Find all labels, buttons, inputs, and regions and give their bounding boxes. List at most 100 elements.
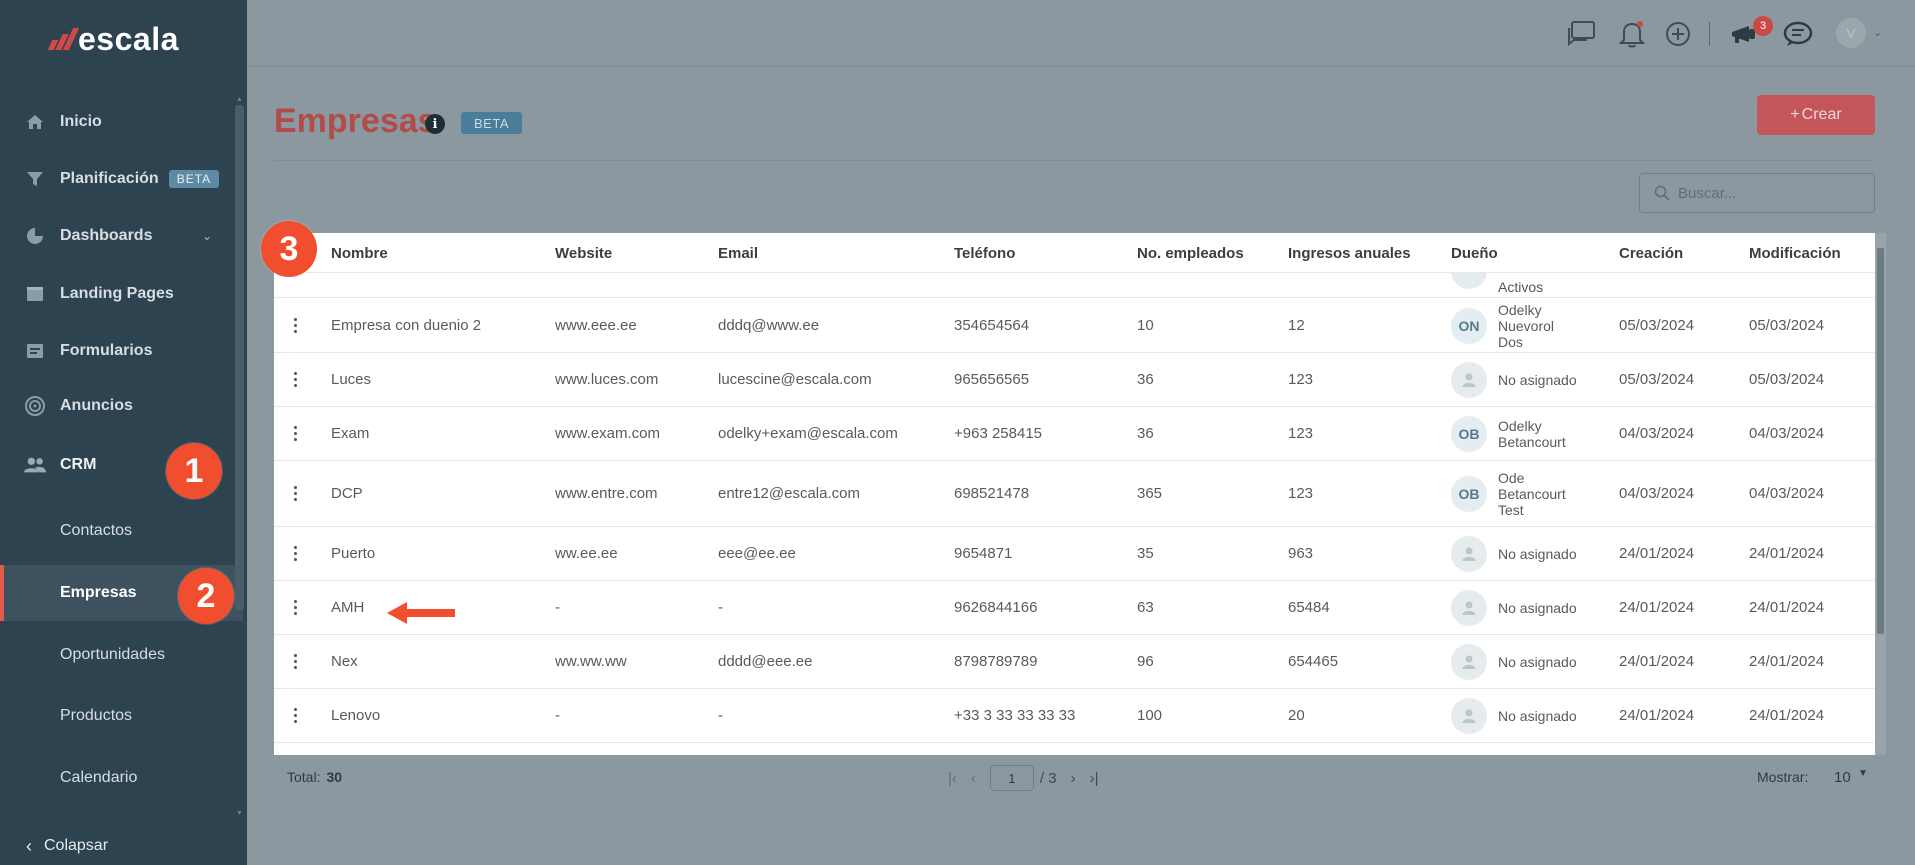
search-box[interactable] <box>1639 173 1875 213</box>
cell-modified: 24/01/2024 <box>1749 545 1825 562</box>
sidebar-item-label: Inicio <box>60 113 102 130</box>
user-avatar[interactable]: V <box>1836 18 1866 48</box>
table-row[interactable]: Nex ww.ww.ww dddd@eee.ee 8798789789 96 654465… <box>274 635 1875 689</box>
table-row[interactable]: Luces www.luces.com lucescine@escala.com 96… <box>274 353 1875 407</box>
red-arrow-annotation <box>387 602 455 624</box>
sidebar-scrollbar[interactable] <box>235 105 244 610</box>
row-menu-icon[interactable] <box>294 461 298 526</box>
show-label: Mostrar: <box>1757 769 1809 785</box>
column-header-nombre[interactable]: Nombre <box>331 233 388 273</box>
cell-revenue: 123 <box>1288 371 1314 388</box>
search-input[interactable] <box>1678 184 1858 202</box>
next-page-icon[interactable]: › <box>1071 770 1076 787</box>
cell-owner: ON Odelky Nuevorol Dos <box>1451 299 1578 352</box>
cell-phone: 698521478 <box>954 485 1030 502</box>
owner-name: Odelky Betancourt <box>1498 417 1566 450</box>
person-placeholder-icon <box>1451 589 1487 626</box>
column-header-creacion[interactable]: Creación <box>1619 233 1683 273</box>
cell-name[interactable]: Luces <box>331 353 371 406</box>
sidebar-subitem-oportunidades[interactable]: Oportunidades <box>0 627 243 683</box>
sidebar-item-landing-pages[interactable]: Landing Pages <box>0 270 247 318</box>
prev-page-icon[interactable]: ‹ <box>971 770 976 787</box>
column-header-website[interactable]: Website <box>555 233 612 273</box>
cell-name[interactable]: AMH <box>331 581 364 634</box>
cell-name[interactable]: Nex <box>331 635 358 688</box>
cell-email: lucescine@escala.com <box>718 371 872 388</box>
sidebar-item-label: Landing Pages <box>60 285 174 302</box>
cell-revenue: 20 <box>1288 707 1305 724</box>
add-circle-icon[interactable] <box>1662 18 1694 50</box>
row-menu-icon[interactable] <box>294 581 298 634</box>
row-menu-icon[interactable] <box>294 407 298 460</box>
row-menu-icon[interactable] <box>294 689 298 742</box>
row-menu-icon[interactable] <box>294 353 298 406</box>
cell-modified: 04/03/2024 <box>1749 425 1825 442</box>
scroll-up-arrow-icon[interactable]: ▲ <box>236 96 243 103</box>
create-button[interactable]: + Crear <box>1757 95 1875 135</box>
sidebar-item-planificacion[interactable]: Planificación BETA <box>0 155 247 203</box>
sidebar-item-anuncios[interactable]: Anuncios <box>0 382 247 430</box>
cell-name[interactable]: Lenovo <box>331 689 380 742</box>
table-row[interactable]: Lenovo - - +33 3 33 33 33 33 100 20 24/01/2024… <box>274 689 1875 743</box>
chevron-down-icon[interactable]: ⌄ <box>1873 26 1882 39</box>
cell-email: dddq@www.ee <box>718 317 820 334</box>
cell-website: www.luces.com <box>555 371 659 388</box>
create-label: Crear <box>1801 106 1842 123</box>
page-number-input[interactable] <box>989 765 1034 791</box>
info-icon[interactable]: i <box>425 114 445 134</box>
cell-website: www.exam.com <box>555 425 661 442</box>
sidebar-item-dashboards[interactable]: Dashboards ⌄ <box>0 212 247 260</box>
bell-icon[interactable] <box>1616 18 1648 50</box>
table-row-partial: Activos <box>274 273 1875 298</box>
escala-logo[interactable]: escala <box>47 21 179 57</box>
total-count: Total: 30 <box>287 769 342 785</box>
row-menu-icon[interactable] <box>294 635 298 688</box>
sidebar-item-formularios[interactable]: Formularios <box>0 327 247 375</box>
owner-name: Activos <box>1498 279 1544 295</box>
owner-avatar: OB <box>1451 415 1487 452</box>
owner-avatar: ON <box>1451 307 1487 344</box>
first-page-icon[interactable]: |‹ <box>948 770 957 787</box>
table-row[interactable]: Exam www.exam.com odelky+exam@escala.com +9… <box>274 407 1875 461</box>
collapse-button[interactable]: ‹ Colapsar <box>0 827 247 865</box>
cell-name[interactable]: Exam <box>331 407 369 460</box>
table-row[interactable]: AMH - - 9626844166 63 65484 24/01/2024 24/01/20… <box>274 581 1875 635</box>
cell-name[interactable]: Puerto <box>331 527 375 580</box>
cell-email: odelky+exam@escala.com <box>718 425 898 442</box>
cell-name[interactable]: DCP <box>331 461 363 526</box>
column-header-telefono[interactable]: Teléfono <box>954 233 1015 273</box>
table-row[interactable]: Puerto ww.ee.ee eee@ee.ee 9654871 35 963 24/01… <box>274 527 1875 581</box>
search-icon <box>1654 185 1670 201</box>
column-header-email[interactable]: Email <box>718 233 758 273</box>
beta-badge: BETA <box>461 112 522 134</box>
support-chat-icon[interactable] <box>1782 18 1814 50</box>
last-page-icon[interactable]: ›| <box>1090 770 1099 787</box>
cell-name[interactable]: Empresa con duenio 2 <box>331 299 481 352</box>
cell-owner: No asignado <box>1451 527 1577 580</box>
header-divider <box>274 160 1874 161</box>
table-row[interactable]: Empresa con duenio 2 www.eee.ee dddq@www.e… <box>274 299 1875 353</box>
chat-window-icon[interactable] <box>1566 18 1598 50</box>
sidebar: escala Inicio Planificación BETA Dashboa… <box>0 0 247 865</box>
column-header-modificacion[interactable]: Modificación <box>1749 233 1841 273</box>
column-header-dueno[interactable]: Dueño <box>1451 233 1498 273</box>
cell-revenue: 123 <box>1288 425 1314 442</box>
table-scrollbar-thumb[interactable] <box>1877 248 1884 634</box>
sidebar-subitem-contactos[interactable]: Contactos <box>0 503 243 559</box>
cell-phone: 9654871 <box>954 545 1013 562</box>
column-header-empleados[interactable]: No. empleados <box>1137 233 1244 273</box>
cell-modified: 24/01/2024 <box>1749 653 1825 670</box>
person-placeholder-icon <box>1451 361 1487 398</box>
cell-owner: OB Odelky Betancourt <box>1451 407 1578 460</box>
column-header-ingresos[interactable]: Ingresos anuales <box>1288 233 1411 273</box>
row-menu-icon[interactable] <box>294 299 298 352</box>
page-size-select[interactable]: 10 <box>1834 769 1851 786</box>
sidebar-item-inicio[interactable]: Inicio <box>0 98 247 146</box>
cell-modified: 04/03/2024 <box>1749 485 1825 502</box>
table-row[interactable]: DCP www.entre.com entre12@escala.com 698521… <box>274 461 1875 527</box>
sidebar-subitem-productos[interactable]: Productos <box>0 688 243 744</box>
scroll-down-arrow-icon[interactable]: ▼ <box>236 810 243 817</box>
caret-down-icon[interactable]: ▼ <box>1858 768 1868 779</box>
sidebar-subitem-calendario[interactable]: Calendario <box>0 750 243 806</box>
row-menu-icon[interactable] <box>294 527 298 580</box>
